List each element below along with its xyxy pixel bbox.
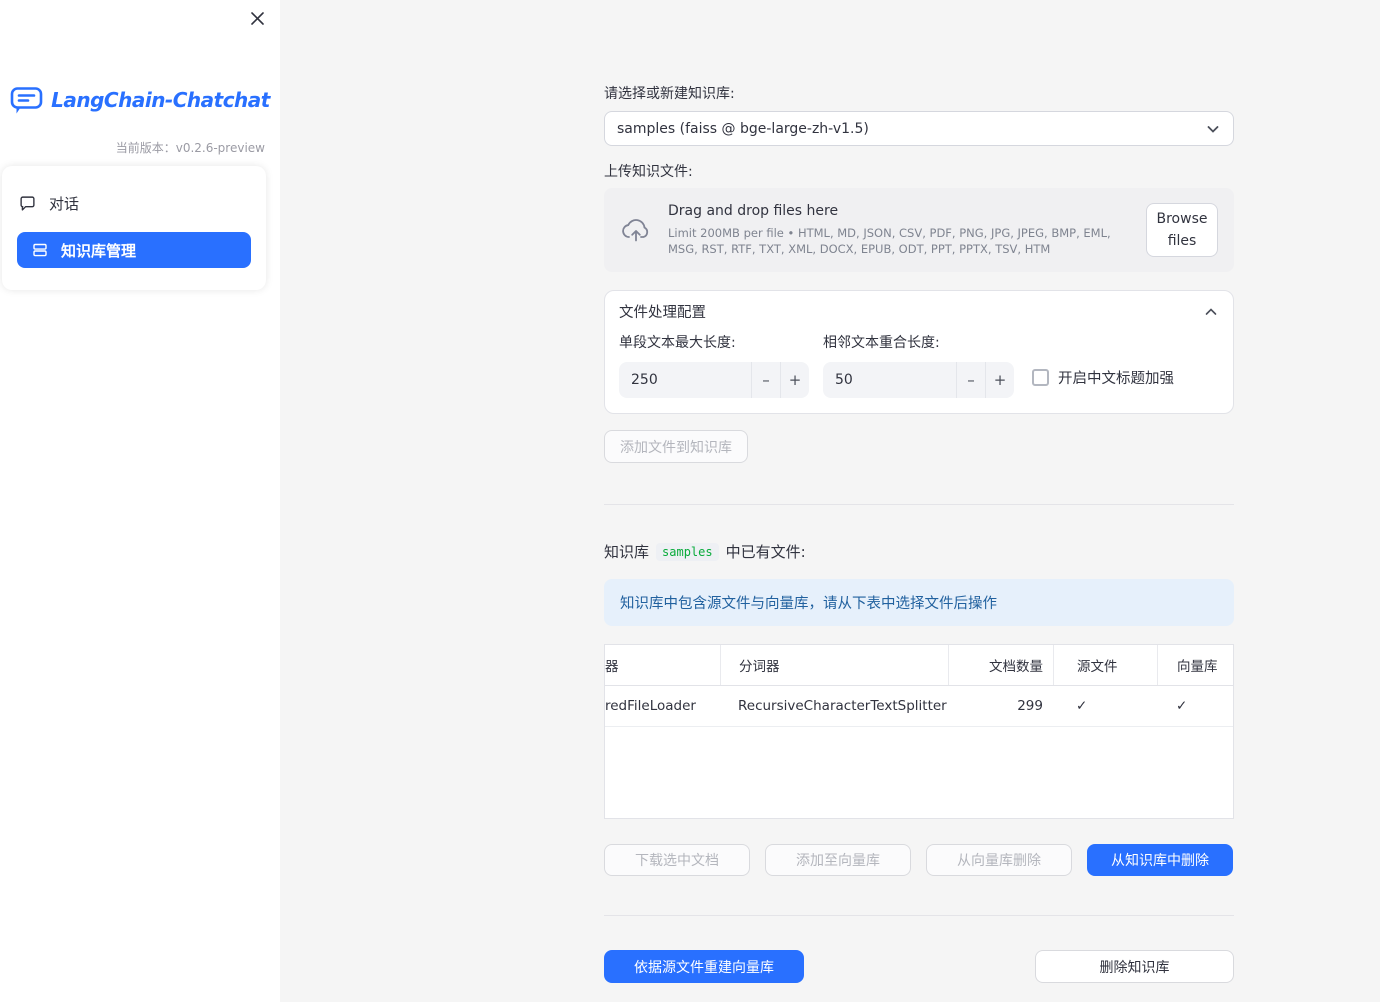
kb-files-suffix: 中已有文件:	[725, 543, 806, 561]
kb-select-value: samples (faiss @ bge-large-zh-v1.5)	[617, 120, 869, 137]
app-logo: LangChain-Chatchat	[0, 86, 280, 114]
increment-button[interactable]: +	[780, 362, 809, 398]
table-row[interactable]: redFileLoader RecursiveCharacterTextSpli…	[605, 686, 1233, 727]
sidebar-item-dialogue[interactable]: 对话	[2, 186, 266, 220]
chat-bubble-icon	[19, 195, 36, 212]
sidebar-item-label: 对话	[49, 194, 80, 213]
divider	[604, 504, 1234, 505]
delete-kb-button[interactable]: 删除知识库	[1035, 950, 1234, 983]
max-length-label: 单段文本最大长度:	[619, 335, 736, 351]
logo-text: LangChain-Chatchat	[51, 88, 270, 112]
cloud-upload-icon	[620, 216, 652, 244]
zh-title-enhance-checkbox[interactable]: 开启中文标题加强	[1032, 359, 1174, 395]
add-files-button[interactable]: 添加文件到知识库	[604, 430, 748, 463]
overlap-field: 相邻文本重合长度: 50 – +	[823, 332, 1014, 398]
kb-bottom-buttons: 依据源文件重建向量库 删除知识库	[604, 950, 1234, 983]
file-dropzone[interactable]: Drag and drop files here Limit 200MB per…	[604, 188, 1234, 272]
max-length-value[interactable]: 250	[619, 362, 751, 398]
divider	[604, 915, 1234, 916]
kb-files-table[interactable]: 器 分词器 文档数量 源文件 向量库 redFileLoader Recursi…	[604, 644, 1234, 819]
sidebar-item-label: 知识库管理	[61, 241, 137, 260]
version-label: 当前版本：v0.2.6-preview	[115, 141, 265, 155]
overlap-label: 相邻文本重合长度:	[823, 335, 940, 351]
file-action-buttons: 下载选中文档 添加至向量库 从向量库删除 从知识库中删除	[604, 844, 1234, 876]
col-header-loader: 器	[605, 659, 619, 675]
col-header-doc-count: 文档数量	[948, 645, 1053, 685]
col-header-splitter: 分词器	[720, 645, 948, 685]
browse-files-button[interactable]: Browse files	[1146, 202, 1218, 258]
cell-loader: redFileLoader	[605, 698, 696, 714]
max-length-stepper[interactable]: 250 – +	[619, 362, 809, 398]
cell-splitter: RecursiveCharacterTextSplitter	[738, 698, 947, 714]
sidebar: LangChain-Chatchat 当前版本：v0.2.6-preview 对…	[0, 0, 280, 1002]
logo-chat-icon	[10, 86, 43, 114]
kb-name-code: samples	[656, 542, 719, 561]
info-banner: 知识库中包含源文件与向量库，请从下表中选择文件后操作	[604, 579, 1234, 626]
sidebar-nav: 对话 知识库管理	[2, 166, 266, 290]
checkbox-label: 开启中文标题加强	[1058, 370, 1174, 387]
info-banner-text: 知识库中包含源文件与向量库，请从下表中选择文件后操作	[620, 596, 997, 612]
col-header-source-file: 源文件	[1053, 645, 1157, 685]
overlap-value[interactable]: 50	[823, 362, 956, 398]
upload-label: 上传知识文件:	[604, 164, 693, 180]
expander-header[interactable]: 文件处理配置	[605, 291, 1233, 332]
cell-doc-count: 299	[1017, 698, 1043, 714]
cell-vector-check: ✓	[1176, 698, 1188, 714]
content-column: 请选择或新建知识库: samples (faiss @ bge-large-zh…	[604, 0, 1234, 983]
knowledge-base-icon	[32, 242, 48, 258]
delete-from-vector-store-button[interactable]: 从向量库删除	[926, 844, 1072, 876]
expander-title: 文件处理配置	[619, 305, 706, 321]
kb-select-label: 请选择或新建知识库:	[604, 86, 735, 102]
cell-source-check: ✓	[1076, 698, 1088, 714]
max-length-field: 单段文本最大长度: 250 – +	[619, 332, 809, 398]
delete-from-kb-button[interactable]: 从知识库中删除	[1087, 844, 1233, 876]
increment-button[interactable]: +	[985, 362, 1014, 398]
kb-files-prefix: 知识库	[604, 543, 650, 561]
col-header-vector-store: 向量库	[1157, 645, 1233, 685]
table-header-row: 器 分词器 文档数量 源文件 向量库	[605, 645, 1233, 686]
rebuild-vector-store-button[interactable]: 依据源文件重建向量库	[604, 950, 804, 983]
dropzone-title: Drag and drop files here	[668, 203, 839, 219]
decrement-button[interactable]: –	[956, 362, 985, 398]
dropzone-text: Drag and drop files here Limit 200MB per…	[668, 203, 1136, 257]
main-area: 请选择或新建知识库: samples (faiss @ bge-large-zh…	[280, 0, 1380, 1002]
kb-files-heading: 知识库 samples 中已有文件:	[604, 541, 1234, 562]
chevron-down-icon	[1205, 121, 1221, 137]
checkbox-icon	[1032, 368, 1049, 386]
download-selected-button[interactable]: 下载选中文档	[604, 844, 750, 876]
dropzone-limit: Limit 200MB per file • HTML, MD, JSON, C…	[668, 226, 1111, 256]
file-config-expander: 文件处理配置 单段文本最大长度: 250 – + 相邻文本重合长度: 50 – …	[604, 290, 1234, 414]
kb-select[interactable]: samples (faiss @ bge-large-zh-v1.5)	[604, 111, 1234, 146]
add-to-vector-store-button[interactable]: 添加至向量库	[765, 844, 911, 876]
overlap-stepper[interactable]: 50 – +	[823, 362, 1014, 398]
sidebar-item-knowledge-base[interactable]: 知识库管理	[17, 232, 251, 268]
decrement-button[interactable]: –	[751, 362, 780, 398]
chevron-up-icon	[1203, 304, 1219, 320]
close-sidebar-icon[interactable]	[248, 9, 266, 27]
